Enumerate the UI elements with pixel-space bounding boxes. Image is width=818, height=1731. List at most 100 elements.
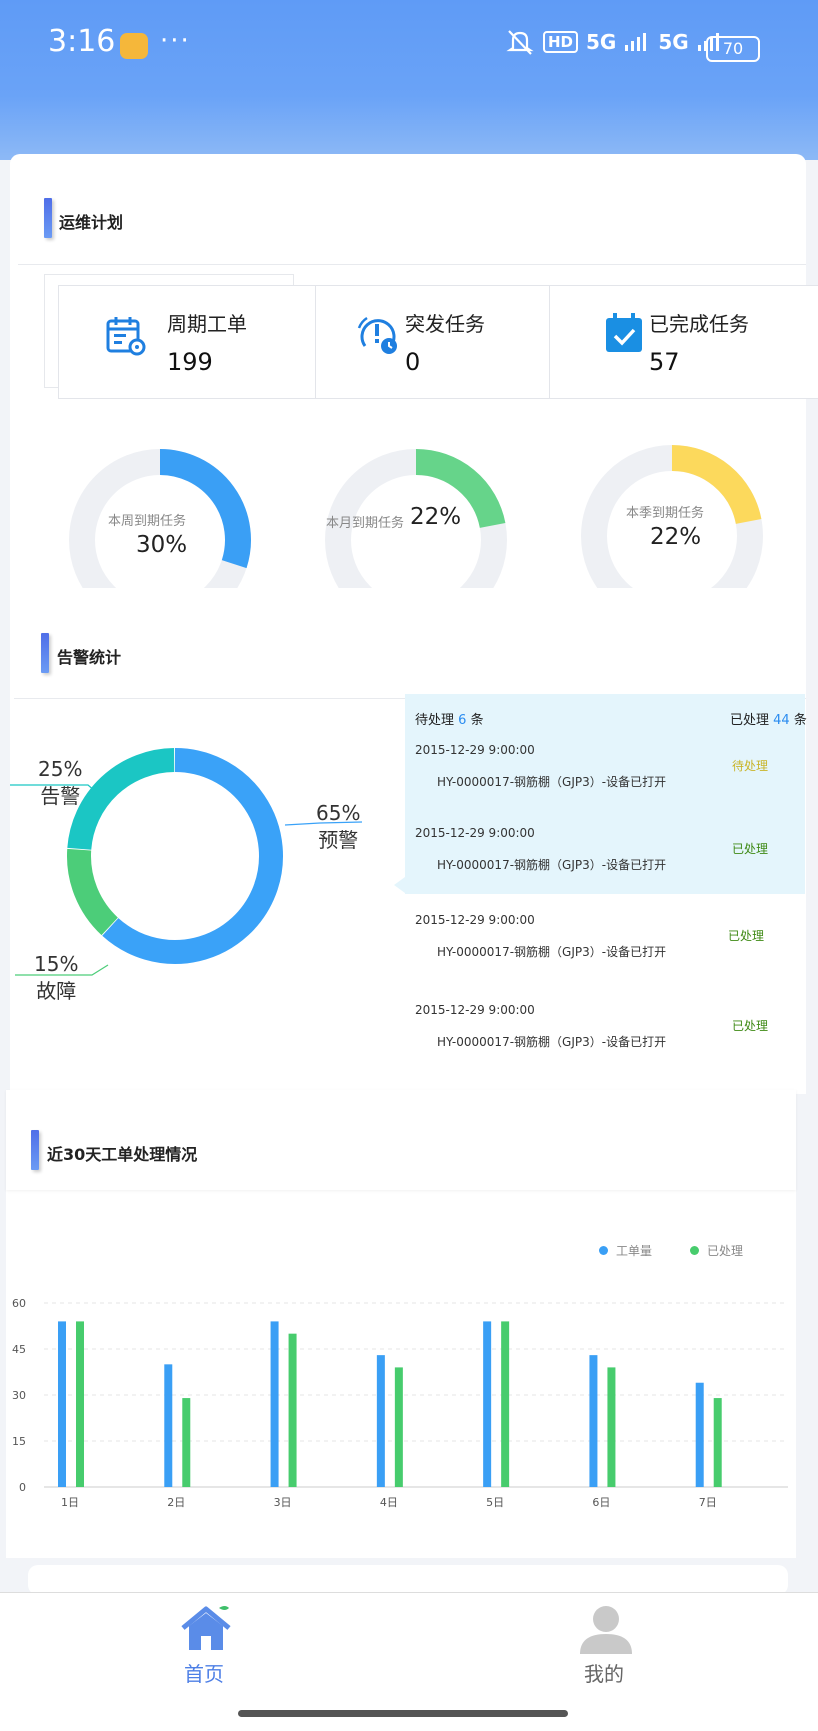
alarm-status: 已处理 (732, 1019, 769, 1033)
section-marker (31, 1130, 39, 1170)
tab-label: 首页 (184, 1662, 224, 1686)
legend-dot (690, 1246, 699, 1255)
alarm-desc: HY-0000017-钢筋棚（GJP3）-设备已打开 (437, 775, 667, 789)
gauge-label: 本周到期任务 (108, 514, 187, 529)
bar-processed[interactable] (182, 1398, 191, 1487)
gauge-percent: 30% (136, 532, 188, 558)
stat-emergency-tasks[interactable]: 突发任务 0 (315, 286, 550, 398)
gauge-week: 本周到期任务 30% (60, 440, 260, 588)
x-tick-label: 7日 (699, 1496, 717, 1509)
processed-count[interactable]: 已处理 44 条 (730, 709, 807, 728)
bar-processed[interactable] (394, 1367, 403, 1487)
bar-orders[interactable] (164, 1364, 173, 1487)
tab-label: 我的 (584, 1662, 624, 1686)
donut-name: 告警 (40, 784, 81, 808)
signal-5g-icon-2: 5G (658, 30, 689, 54)
pending-count[interactable]: 待处理 6 条 (415, 709, 484, 728)
donut-slice[interactable] (67, 848, 119, 936)
y-tick-label: 0 (19, 1481, 26, 1494)
legend-label: 已处理 (707, 1244, 744, 1258)
legend-dot (599, 1246, 608, 1255)
processed-label: 已处理 (730, 713, 770, 728)
alarm-desc: HY-0000017-钢筋棚（GJP3）-设备已打开 (437, 945, 667, 959)
bar-processed[interactable] (501, 1321, 510, 1487)
y-tick-label: 60 (12, 1297, 26, 1310)
stat-value: 199 (167, 348, 213, 376)
x-tick-label: 1日 (61, 1496, 79, 1509)
unit: 条 (470, 713, 484, 728)
donut-slice[interactable] (102, 748, 283, 964)
stats-row: 周期工单 199 突发任务 0 已完成任务 57 (58, 285, 818, 399)
section-marker (41, 633, 49, 673)
signal-bars-icon (625, 33, 647, 51)
signal-5g-icon: 5G (586, 30, 617, 54)
work-orders-header (6, 1090, 796, 1190)
alarm-clock-icon (357, 316, 397, 354)
alarm-stats-title: 告警统计 (57, 648, 122, 667)
gauges-row: 本周到期任务 30% 本月到期任务 22% 本季到期任务 22% (10, 440, 806, 588)
tooltip-pointer (394, 877, 405, 893)
tab-mine[interactable]: 我的 (560, 1604, 650, 1714)
alarm-date: 2015-12-29 9:00:00 (415, 913, 535, 927)
legend-label: 工单量 (616, 1244, 653, 1258)
calendar-check-icon (606, 313, 642, 352)
pending-number: 6 (458, 713, 467, 728)
next-card-peek (28, 1565, 788, 1595)
home-indicator (238, 1710, 568, 1717)
tab-home[interactable]: 首页 (160, 1604, 250, 1714)
bar-processed[interactable] (288, 1333, 297, 1487)
legend-item-processed[interactable]: 已处理 (690, 1242, 743, 1259)
section-marker (44, 198, 52, 238)
bar-orders[interactable] (589, 1355, 598, 1487)
unit: 条 (793, 713, 807, 728)
processed-number: 44 (773, 713, 790, 728)
gauge-month: 本月到期任务 22% (316, 440, 516, 588)
donut-slice[interactable] (67, 748, 175, 851)
alarm-item[interactable]: 2015-12-29 9:00:00 待处理 HY-0000017-钢筋棚（GJ… (405, 735, 805, 805)
stat-value: 0 (405, 348, 421, 376)
pending-label: 待处理 (415, 713, 455, 728)
bar-orders[interactable] (270, 1321, 279, 1487)
donut-percent: 25% (38, 757, 83, 781)
alarm-item[interactable]: 2015-12-29 9:00:00 已处理 HY-0000017-钢筋棚（GJ… (405, 818, 805, 888)
bar-orders[interactable] (376, 1355, 385, 1487)
donut-percent: 15% (34, 952, 79, 976)
legend-item-orders[interactable]: 工单量 (599, 1242, 652, 1259)
bar-processed[interactable] (76, 1321, 84, 1487)
stat-cycle-orders[interactable]: 周期工单 199 (59, 286, 316, 398)
stat-value: 57 (649, 348, 680, 376)
mute-bell-icon (506, 30, 534, 55)
x-tick-label: 2日 (167, 1496, 185, 1509)
divider (18, 264, 806, 265)
donut-name: 故障 (36, 979, 77, 1003)
alarm-date: 2015-12-29 9:00:00 (415, 1003, 535, 1017)
user-icon (580, 1606, 632, 1654)
hd-badge: HD (543, 31, 579, 53)
bar-processed[interactable] (713, 1398, 722, 1487)
status-bar (0, 0, 818, 160)
donut-name: 预警 (318, 828, 359, 852)
bar-orders[interactable] (58, 1321, 66, 1487)
gauge-percent: 22% (650, 524, 702, 550)
alarm-desc: HY-0000017-钢筋棚（GJP3）-设备已打开 (437, 1035, 667, 1049)
status-time: 3:16 (48, 24, 116, 59)
stat-completed-tasks[interactable]: 已完成任务 57 (549, 286, 818, 398)
ops-plan-title: 运维计划 (59, 213, 124, 232)
alarm-status: 已处理 (728, 929, 765, 943)
stat-label: 突发任务 (405, 312, 485, 336)
donut-percent: 65% (316, 801, 361, 825)
status-icons: HD 5G 5G (505, 28, 723, 56)
alarm-item[interactable]: 2015-12-29 9:00:00 已处理 HY-0000017-钢筋棚（GJ… (405, 905, 805, 975)
alarm-desc: HY-0000017-钢筋棚（GJP3）-设备已打开 (437, 858, 667, 872)
bar-orders[interactable] (695, 1382, 704, 1487)
stat-label: 周期工单 (167, 312, 247, 336)
x-tick-label: 3日 (274, 1496, 292, 1509)
alarm-item[interactable]: 2015-12-29 9:00:00 已处理 HY-0000017-钢筋棚（GJ… (405, 995, 805, 1065)
more-notifications-icon: ··· (160, 26, 191, 56)
bar-processed[interactable] (607, 1367, 616, 1487)
y-tick-label: 30 (12, 1389, 26, 1402)
alarm-date: 2015-12-29 9:00:00 (415, 743, 535, 757)
gauge-label: 本月到期任务 (326, 516, 405, 531)
bar-orders[interactable] (483, 1321, 492, 1487)
stat-label: 已完成任务 (649, 312, 749, 336)
